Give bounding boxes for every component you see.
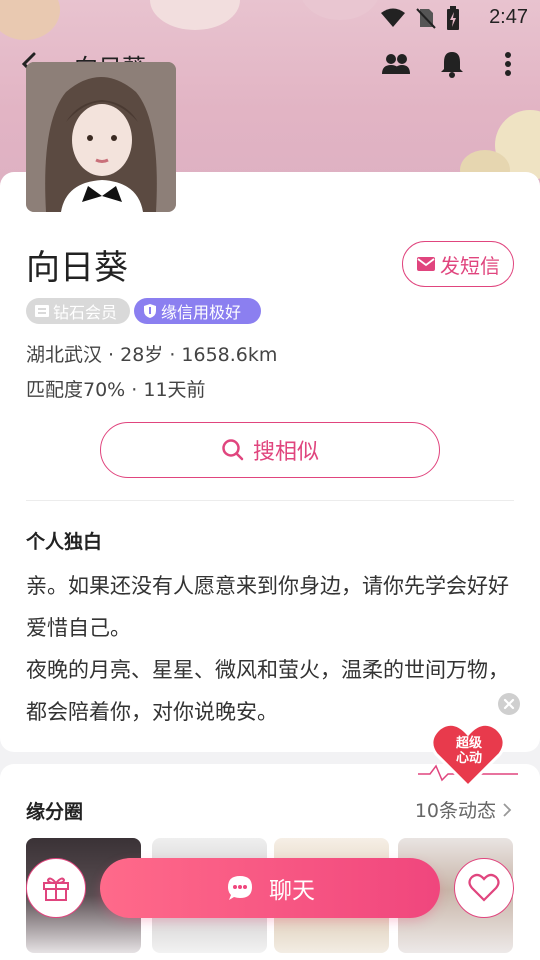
- wifi-icon: [381, 8, 405, 27]
- moments-count: 10条动态: [414, 800, 496, 822]
- group-button[interactable]: [380, 48, 412, 80]
- send-sms-label: 发短信: [440, 253, 500, 278]
- gift-button[interactable]: [26, 858, 86, 918]
- chevron-right-icon: [503, 802, 512, 817]
- chat-button[interactable]: 聊天: [100, 858, 440, 918]
- status-time: 2:47: [489, 6, 528, 28]
- bio-title: 个人独白: [26, 531, 103, 553]
- chat-label: 聊天: [269, 878, 315, 904]
- super-like-button[interactable]: 超级 心动: [418, 716, 518, 789]
- more-icon: [505, 52, 511, 76]
- battery-charging-icon: [447, 6, 459, 30]
- bell-icon: [441, 52, 463, 78]
- chat-bubble-icon: [228, 876, 252, 900]
- vip-badge-label: 钻石会员: [53, 303, 118, 322]
- notifications-button[interactable]: [436, 48, 468, 80]
- vip-badge[interactable]: 钻石会员: [26, 298, 130, 324]
- moments-more-link[interactable]: 10条动态: [415, 796, 512, 823]
- divider: [26, 500, 514, 501]
- super-like-label: 超级 心动: [452, 736, 486, 766]
- no-sim-icon: [416, 8, 436, 29]
- search-similar-label: 搜相似: [252, 440, 319, 465]
- shield-icon: [144, 304, 156, 318]
- diamond-member-icon: [35, 305, 49, 317]
- send-sms-button[interactable]: 发短信: [402, 241, 514, 287]
- profile-name: 向日葵: [26, 248, 128, 288]
- avatar-photo: [26, 62, 176, 212]
- gift-icon: [43, 877, 69, 901]
- search-icon: [222, 439, 244, 461]
- more-button[interactable]: [496, 48, 520, 80]
- close-super-like-button[interactable]: [498, 693, 520, 715]
- close-icon: [503, 698, 515, 710]
- bio-text: 亲。如果还没有人愿意来到你身边，请你先学会好好爱惜自己。 夜晚的月亮、星星、微风…: [26, 574, 509, 724]
- search-similar-button[interactable]: 搜相似: [100, 422, 440, 478]
- status-bar: 2:47: [0, 0, 540, 36]
- super-like-label-line1: 超级: [455, 736, 482, 751]
- credit-badge[interactable]: 缘信用极好: [134, 298, 261, 324]
- super-like-label-line2: 心动: [455, 751, 482, 766]
- like-button[interactable]: [454, 858, 514, 918]
- status-icons: [380, 6, 460, 30]
- heart-icon: [468, 873, 500, 902]
- credit-badge-label: 缘信用极好: [161, 303, 242, 322]
- mail-icon: [417, 257, 435, 271]
- moments-title: 缘分圈: [26, 801, 84, 823]
- avatar[interactable]: [26, 62, 176, 212]
- match-and-last-active: 匹配度70% · 11天前: [26, 379, 206, 401]
- location-age-distance: 湖北武汉 · 28岁 · 1658.6km: [26, 344, 278, 366]
- group-icon: [382, 54, 410, 74]
